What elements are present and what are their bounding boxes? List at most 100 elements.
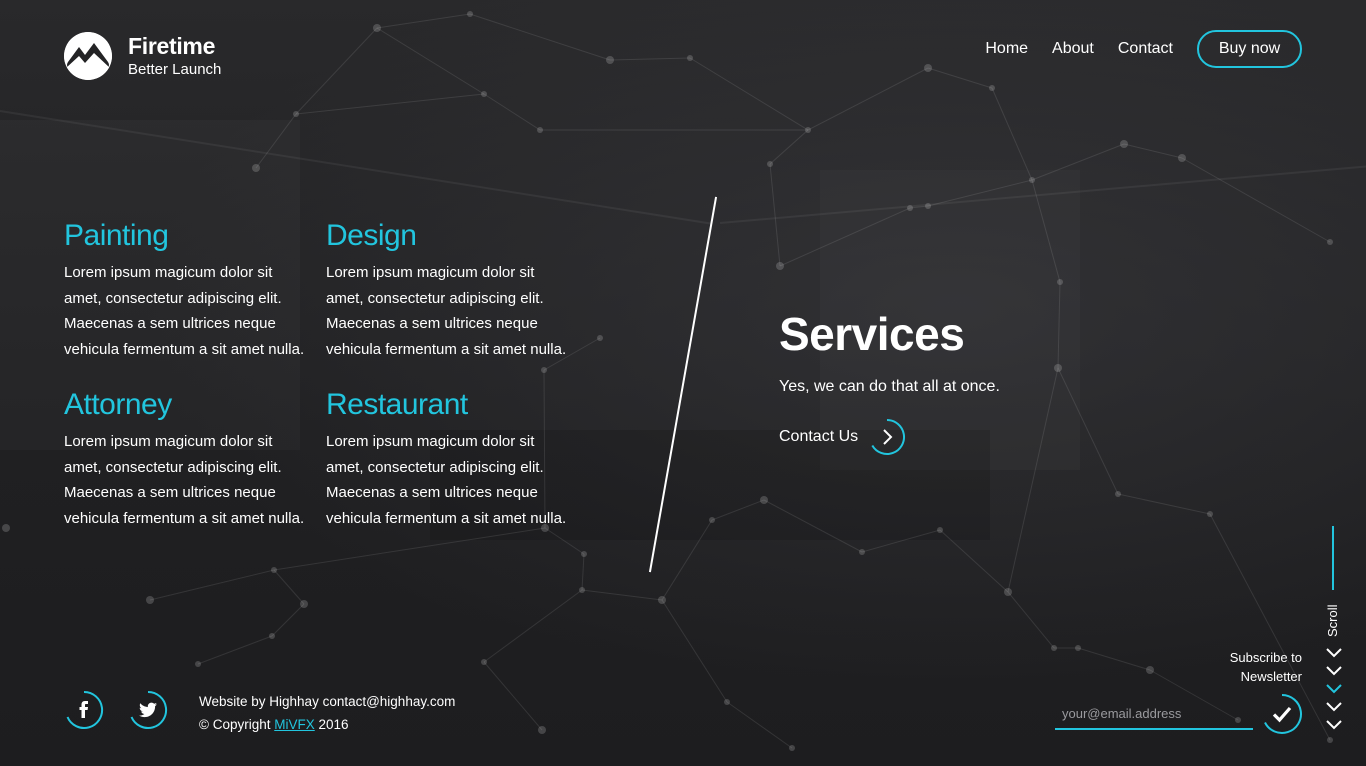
service-attorney: Attorney Lorem ipsum magicum dolor sit a… [64, 387, 309, 531]
plexus-node [925, 203, 931, 209]
plexus-node [581, 551, 587, 557]
plexus-node [481, 91, 487, 97]
plexus-edge [1007, 591, 1055, 649]
plexus-node [687, 55, 693, 61]
plexus-edge [483, 661, 543, 731]
newsletter-email-input[interactable] [1055, 698, 1253, 730]
service-title[interactable]: Painting [64, 218, 309, 254]
plexus-node [606, 56, 614, 64]
plexus-edge [376, 27, 485, 95]
plexus-edge [779, 207, 911, 267]
newsletter-label: Subscribe to Newsletter [1182, 648, 1302, 686]
service-title[interactable]: Attorney [64, 387, 309, 423]
twitter-icon [130, 690, 168, 729]
copyright-year: 2016 [318, 717, 349, 732]
chevron-down-icon [1326, 648, 1342, 730]
plexus-node [724, 699, 730, 705]
service-restaurant: Restaurant Lorem ipsum magicum dolor sit… [326, 387, 571, 531]
plexus-edge [661, 519, 713, 601]
plexus-edge [1031, 179, 1061, 283]
plexus-edge [661, 599, 728, 703]
plexus-edge [861, 529, 941, 553]
plexus-node [538, 726, 546, 734]
service-painting: Painting Lorem ipsum magicum dolor sit a… [64, 218, 309, 362]
plexus-edge [271, 603, 305, 637]
service-title[interactable]: Restaurant [326, 387, 571, 423]
newsletter-submit-button[interactable] [1261, 693, 1303, 735]
plexus-edge [927, 67, 993, 89]
plexus-edge [1123, 143, 1183, 159]
plexus-node [293, 111, 299, 117]
contact-us-link[interactable]: Contact Us [779, 418, 1000, 456]
twitter-button[interactable] [128, 690, 168, 730]
plexus-edge [544, 527, 585, 555]
main-nav: Home About Contact Buy now [985, 30, 1302, 68]
plexus-edge [991, 87, 1033, 181]
plexus-node [597, 335, 603, 341]
service-description: Lorem ipsum magicum dolor sit amet, cons… [326, 433, 567, 527]
plexus-edge [939, 529, 1009, 593]
plexus-edge [469, 13, 611, 61]
scroll-progress-line [1332, 526, 1334, 590]
nav-about[interactable]: About [1052, 40, 1094, 58]
plexus-node [658, 596, 666, 604]
plexus-edge [1057, 367, 1119, 495]
plexus-node [924, 64, 932, 72]
plexus-node [1146, 666, 1154, 674]
nav-contact[interactable]: Contact [1118, 40, 1173, 58]
plexus-node [1115, 491, 1121, 497]
plexus-node [1120, 140, 1128, 148]
plexus-node [541, 367, 547, 373]
plexus-edge [769, 163, 781, 267]
landing-page: Firetime Better Launch Home About Contac… [0, 0, 1366, 766]
plexus-edge [295, 27, 378, 115]
plexus-node [1057, 279, 1063, 285]
plexus-edge [483, 93, 541, 131]
brand-title: Firetime [128, 32, 216, 59]
plexus-node [1207, 511, 1213, 517]
plexus-edge [1117, 493, 1211, 515]
plexus-edge [807, 67, 929, 131]
brand-subtitle: Better Launch [128, 60, 222, 78]
plexus-node [271, 567, 277, 573]
plexus-node [989, 85, 995, 91]
buy-now-button[interactable]: Buy now [1197, 30, 1302, 68]
plexus-node [146, 596, 154, 604]
plexus-node [467, 11, 473, 17]
plexus-node [1075, 645, 1081, 651]
plexus-node [373, 24, 381, 32]
service-description: Lorem ipsum magicum dolor sit amet, cons… [326, 264, 567, 358]
plexus-edge [1181, 157, 1331, 243]
scroll-down-button[interactable] [1324, 645, 1344, 735]
plexus-node [537, 127, 543, 133]
nav-home[interactable]: Home [985, 40, 1028, 58]
contact-us-label[interactable]: Contact Us [779, 428, 858, 446]
plexus-node [767, 161, 773, 167]
plexus-node [1051, 645, 1057, 651]
plexus-node [776, 262, 784, 270]
plexus-node [2, 524, 10, 532]
facebook-button[interactable] [64, 690, 104, 730]
arrow-right-circle-icon[interactable] [868, 418, 906, 456]
plexus-node [937, 527, 943, 533]
service-title[interactable]: Design [326, 218, 571, 254]
plexus-edge [609, 57, 691, 61]
plexus-edge [295, 93, 485, 115]
scroll-label[interactable]: Scroll [1323, 604, 1343, 637]
plexus-node [789, 745, 795, 751]
plexus-node [760, 496, 768, 504]
plexus-node [269, 633, 275, 639]
plexus-node [1004, 588, 1012, 596]
plexus-edge [927, 179, 1033, 207]
plexus-edge [1031, 143, 1125, 181]
plexus-node [1327, 239, 1333, 245]
copyright-link[interactable]: MiVFX [274, 717, 315, 732]
footer-copyright: © Copyright MiVFX 2016 [199, 713, 455, 736]
plexus-edge [376, 13, 471, 29]
plexus-edge [1077, 647, 1151, 671]
checkmark-icon [1264, 694, 1302, 734]
plexus-edge [726, 701, 793, 749]
plexus-node [1029, 177, 1035, 183]
plexus-edge [769, 129, 809, 165]
brand-logo[interactable]: Firetime Better Launch [64, 32, 221, 80]
